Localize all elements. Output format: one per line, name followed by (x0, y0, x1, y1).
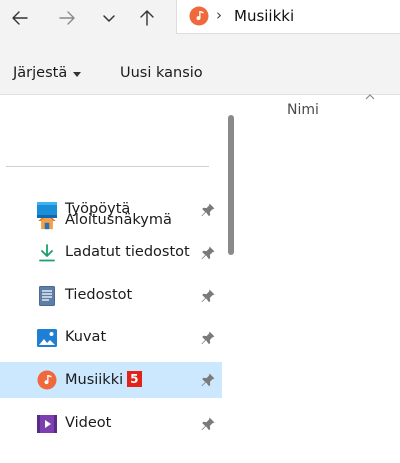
sidebar-item-label-group: Musiikki 5 (65, 371, 142, 388)
chevron-down-icon (103, 15, 115, 22)
sidebar-item-pictures[interactable]: Kuvat (0, 320, 222, 356)
document-icon (37, 286, 57, 306)
up-button[interactable] (133, 4, 161, 32)
pin-icon (201, 417, 215, 431)
sort-ascending-icon (365, 94, 375, 100)
sidebar-item-label: Työpöytä (65, 201, 131, 217)
file-list: Nimi (243, 94, 400, 463)
music-icon (37, 370, 57, 390)
forward-button[interactable] (53, 4, 81, 32)
address-bar[interactable]: › Musiikki (176, 0, 400, 34)
breadcrumb-separator: › (216, 6, 222, 24)
column-header-name[interactable]: Nimi (287, 102, 319, 118)
sidebar-item-music[interactable]: Musiikki 5 (0, 362, 222, 398)
sidebar-item-label: Ladatut tiedostot (65, 244, 190, 260)
sidebar-item-label: Musiikki (65, 372, 124, 388)
arrow-up-icon (140, 10, 154, 26)
step-badge: 5 (127, 371, 142, 387)
recent-locations-button[interactable] (95, 4, 123, 32)
back-button[interactable] (6, 4, 34, 32)
organize-button[interactable]: Järjestä (13, 65, 82, 81)
navigation-bar: › Musiikki (0, 0, 400, 36)
sidebar-divider (6, 166, 209, 167)
pin-icon (201, 203, 215, 217)
sidebar-item-label: Kuvat (65, 329, 107, 345)
organize-label: Järjestä (13, 65, 68, 81)
desktop-icon (37, 200, 57, 220)
music-icon (189, 6, 209, 26)
arrow-left-icon (12, 11, 28, 25)
arrow-right-icon (59, 11, 75, 25)
dropdown-caret-icon (73, 71, 82, 77)
new-folder-button[interactable]: Uusi kansio (120, 65, 203, 81)
pin-icon (201, 289, 215, 303)
breadcrumb-musiikki[interactable]: Musiikki (234, 7, 294, 25)
sidebar-item-documents[interactable]: Tiedostot (0, 278, 222, 314)
sidebar-item-videos[interactable]: Videot (0, 406, 222, 442)
pin-icon (201, 246, 215, 260)
pictures-icon (37, 328, 57, 348)
sidebar-item-label: Tiedostot (65, 287, 133, 303)
videos-icon (37, 414, 57, 434)
pin-icon (201, 331, 215, 345)
sidebar-item-desktop[interactable]: Työpöytä (0, 192, 222, 228)
sidebar-scrollbar[interactable] (228, 115, 234, 255)
pin-icon (201, 373, 215, 387)
sidebar-item-label: Videot (65, 415, 112, 431)
download-icon (37, 243, 57, 263)
command-bar: Järjestä Uusi kansio (0, 36, 400, 95)
sidebar-item-downloads[interactable]: Ladatut tiedostot (0, 235, 222, 271)
